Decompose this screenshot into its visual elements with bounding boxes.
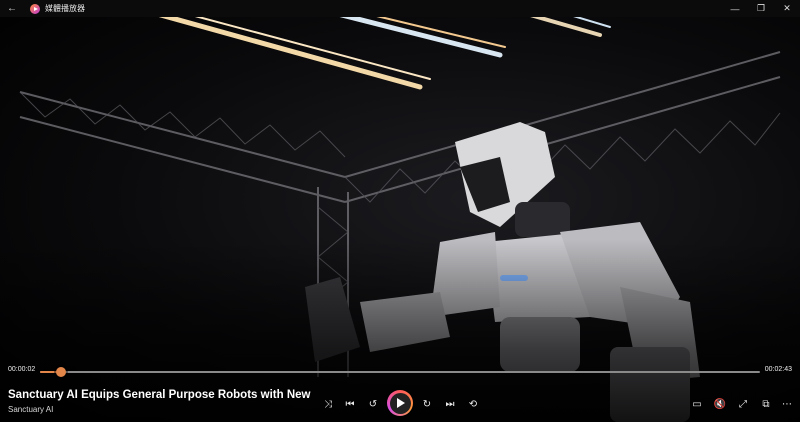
more-icon: ⋯ <box>782 399 792 410</box>
shuffle-button[interactable]: ⤨ <box>319 396 337 414</box>
next-icon: ⏭ <box>445 399 455 410</box>
media-artist: Sanctuary AI <box>8 405 54 414</box>
skip-forward-icon: ↻ <box>422 399 432 410</box>
rewind-button[interactable]: ↺ <box>364 396 382 414</box>
play-button[interactable] <box>387 390 413 416</box>
rewind-icon: ↺ <box>368 399 378 410</box>
restore-icon: ❐ <box>756 3 766 13</box>
next-button[interactable]: ⏭ <box>441 396 459 414</box>
window-title: 媒體播放器 <box>45 4 85 13</box>
media-title: Sanctuary AI Equips General Purpose Robo… <box>8 389 313 401</box>
seek-bar[interactable] <box>40 367 760 377</box>
media-player-app-icon <box>30 3 40 14</box>
previous-icon: ⏮ <box>345 399 355 410</box>
total-duration: 00:02:43 <box>764 366 792 373</box>
more-options-button[interactable]: ⋯ <box>778 396 796 414</box>
previous-button[interactable]: ⏮ <box>341 396 359 414</box>
restore-button[interactable]: ❐ <box>748 0 774 17</box>
back-arrow-icon: ← <box>7 3 17 14</box>
current-time: 00:00:02 <box>8 366 36 373</box>
back-button[interactable]: ← <box>0 0 24 17</box>
playback-controls: 00:00:02 00:02:43 Sanctuary AI Equips Ge… <box>0 360 800 422</box>
captions-button[interactable]: ▭ <box>688 396 706 414</box>
miniplayer-icon: ⧉ <box>762 399 770 410</box>
close-button[interactable]: ✕ <box>774 0 800 17</box>
repeat-button[interactable]: ⟲ <box>464 396 482 414</box>
skip-forward-button[interactable]: ↻ <box>418 396 436 414</box>
close-icon: ✕ <box>783 3 791 13</box>
minimize-button[interactable]: — <box>722 0 748 17</box>
volume-muted-icon: 🔇 <box>713 399 727 410</box>
fullscreen-icon: ⤢ <box>739 399 747 410</box>
play-icon <box>397 398 405 408</box>
miniplayer-button[interactable]: ⧉ <box>757 396 775 414</box>
shuffle-icon: ⤨ <box>324 399 332 410</box>
title-bar: ← 媒體播放器 — ❐ ✕ <box>0 0 800 17</box>
minimize-icon: — <box>730 3 740 14</box>
repeat-icon: ⟲ <box>468 399 478 410</box>
seek-thumb[interactable] <box>55 367 66 377</box>
captions-icon: ▭ <box>692 399 702 410</box>
fullscreen-button[interactable]: ⤢ <box>734 396 752 414</box>
volume-button[interactable]: 🔇 <box>711 396 729 414</box>
